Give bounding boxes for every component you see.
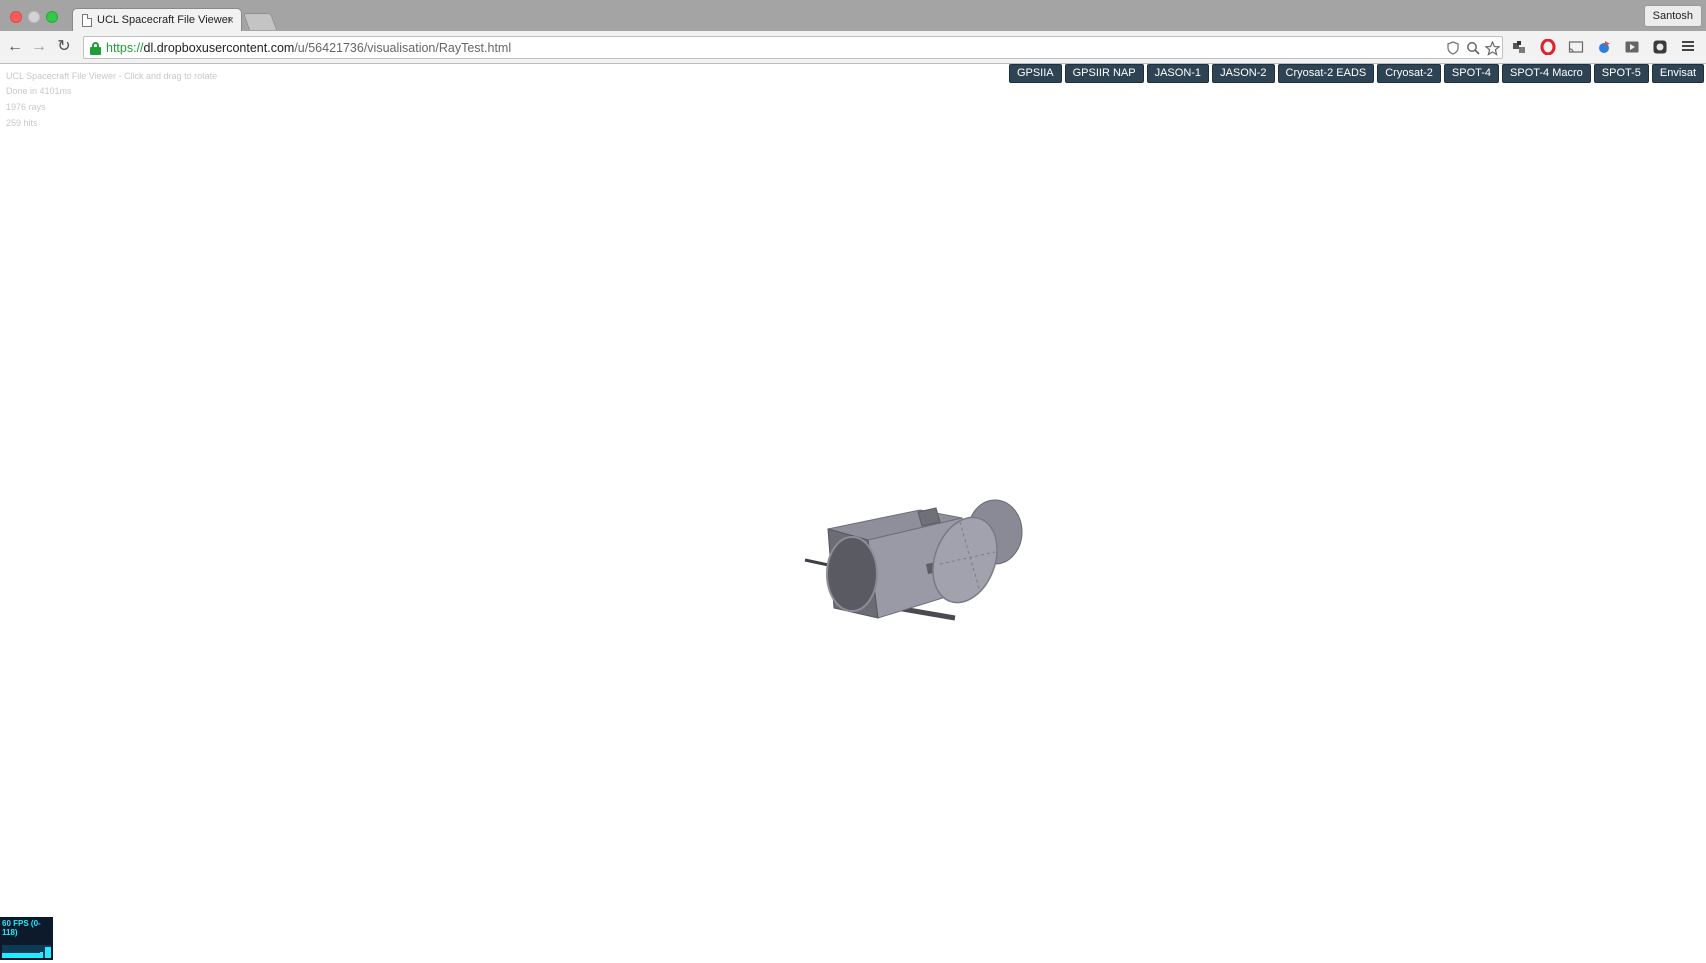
shield-dark-icon[interactable]: [1652, 39, 1668, 55]
close-window-button[interactable]: [10, 11, 22, 23]
viewer-title: UCL Spacecraft File Viewer - Click and d…: [6, 71, 218, 81]
model-button-cryosat-2[interactable]: Cryosat-2: [1377, 64, 1441, 83]
video-icon[interactable]: [1624, 39, 1640, 55]
fps-stats-panel[interactable]: 60 FPS (0-118): [0, 917, 53, 960]
forward-arrow-icon[interactable]: →: [30, 38, 48, 56]
model-button-jason-2[interactable]: JASON-2: [1212, 64, 1275, 83]
star-icon[interactable]: [1484, 40, 1501, 56]
render-status: Done in 4101ms: [6, 86, 72, 96]
url-path: /u/56421736/visualisation/RayTest.html: [294, 41, 512, 55]
model-button-spot-4[interactable]: SPOT-4: [1443, 64, 1500, 83]
menu-icon[interactable]: [1680, 39, 1696, 55]
zoom-icon[interactable]: [1466, 41, 1480, 55]
fps-label: 60 FPS (0-118): [2, 919, 41, 937]
model-button-envisat[interactable]: Envisat: [1651, 64, 1704, 83]
zoom-window-button[interactable]: [46, 11, 58, 23]
ray-count: 1976 rays: [6, 102, 46, 112]
bird-icon[interactable]: [1596, 39, 1612, 55]
browser-toolbar: ← → ↻ https://dl.dropboxusercontent.com/…: [0, 31, 1706, 64]
cast-icon[interactable]: [1568, 39, 1584, 55]
model-button-jason-1[interactable]: JASON-1: [1146, 64, 1210, 83]
browser-tab[interactable]: UCL Spacecraft File Viewer ×: [72, 8, 242, 32]
shield-icon[interactable]: [1446, 41, 1460, 55]
minimize-window-button[interactable]: [28, 11, 40, 23]
model-button-bar: GPSIIA GPSIIR NAP JASON-1 JASON-2 Cryosat-2 …: [1008, 64, 1704, 83]
hit-count: 259 hits: [6, 118, 38, 128]
tab-title: UCL Spacecraft File Viewer: [97, 14, 232, 26]
model-button-cryosat-2-eads[interactable]: Cryosat-2 EADS: [1277, 64, 1375, 83]
lock-icon: [90, 42, 101, 55]
browser-titlebar: UCL Spacecraft File Viewer × Santosh: [0, 0, 1706, 32]
url-text[interactable]: https://dl.dropboxusercontent.com/u/5642…: [106, 41, 511, 55]
spacecraft-model: [804, 499, 1023, 621]
opera-icon[interactable]: [1540, 38, 1556, 56]
url-host: dl.dropboxusercontent.com: [143, 41, 295, 55]
model-button-gpsiir-nap[interactable]: GPSIIR NAP: [1064, 64, 1144, 83]
viewer-page: UCL Spacecraft File Viewer - Click and d…: [0, 64, 1706, 960]
address-bar[interactable]: https://dl.dropboxusercontent.com/u/5642…: [83, 36, 1503, 59]
extension-icon[interactable]: [1511, 39, 1527, 55]
model-button-spot-5[interactable]: SPOT-5: [1593, 64, 1649, 83]
tab-close-icon[interactable]: ×: [227, 13, 234, 27]
model-button-gpsiia[interactable]: GPSIIA: [1008, 64, 1062, 83]
url-scheme: https://: [106, 41, 144, 55]
spacecraft-viewport[interactable]: [790, 432, 1030, 622]
new-tab-button[interactable]: [242, 13, 278, 30]
model-button-spot-4-macro[interactable]: SPOT-4 Macro: [1502, 64, 1591, 83]
page-icon: [82, 14, 92, 27]
reload-icon[interactable]: ↻: [55, 38, 73, 56]
profile-button[interactable]: Santosh: [1643, 5, 1702, 27]
back-arrow-icon[interactable]: ←: [6, 38, 24, 56]
fps-graph: [2, 945, 51, 958]
